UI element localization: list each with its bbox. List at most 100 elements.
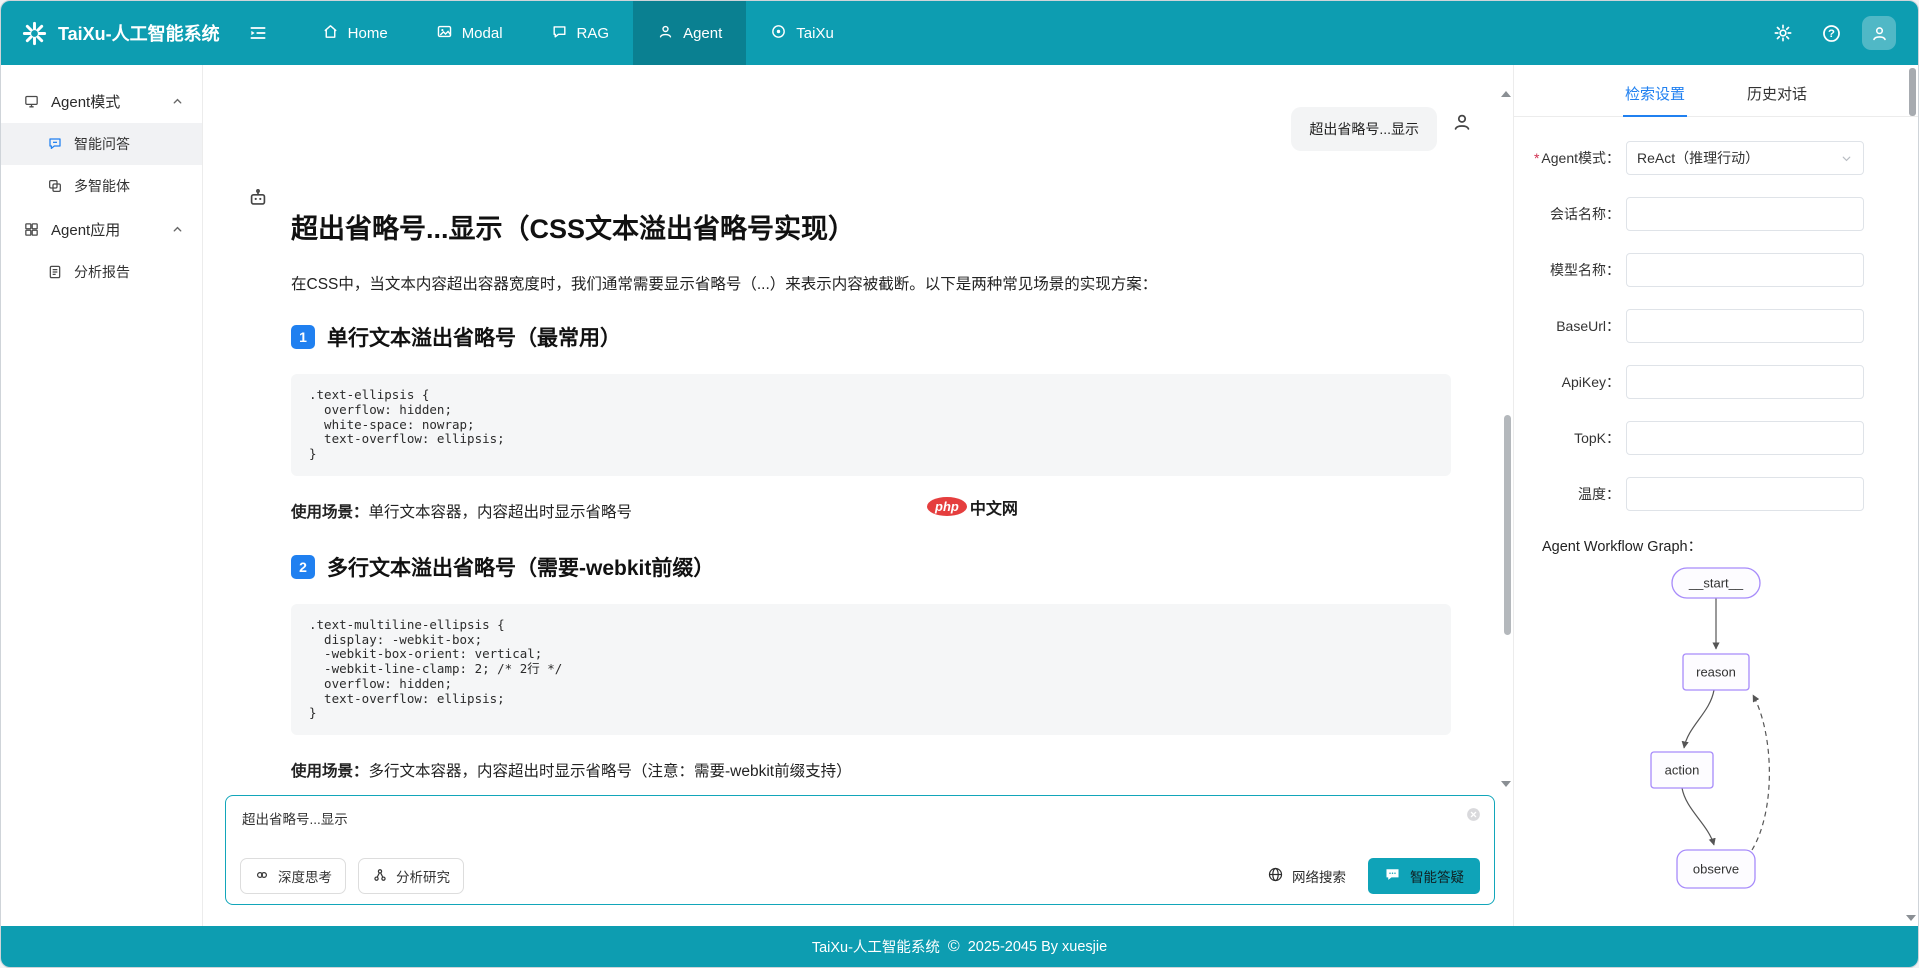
number-2-badge: 2 (291, 555, 315, 579)
usage-text: 多行文本容器，内容超出时显示省略号（注意：需要-webkit前缀支持） (369, 763, 852, 780)
field-api-key: ApiKey： (1514, 365, 1918, 399)
nav-label: TaiXu (796, 25, 834, 42)
nav-item-taixu[interactable]: TaiXu (746, 1, 858, 65)
svg-text:?: ? (1828, 28, 1835, 40)
help-icon[interactable]: ? (1814, 16, 1848, 50)
nav-label: Home (348, 25, 388, 42)
field-temperature: 温度： (1514, 477, 1918, 511)
sidebar-section-label: Agent模式 (51, 91, 120, 112)
field-model-name: 模型名称： (1514, 253, 1918, 287)
assistant-robot-icon (247, 187, 269, 214)
api-key-input[interactable] (1626, 365, 1864, 399)
analysis-molecule-icon (372, 867, 388, 886)
app-window: TaiXu-人工智能系统 Home Modal RAG (0, 0, 1919, 968)
smart-qa-submit-button[interactable]: 智能答疑 (1368, 858, 1480, 894)
globe-icon (1267, 866, 1284, 886)
sidebar-item-label: 分析报告 (74, 262, 130, 282)
deep-think-button[interactable]: 深度思考 (240, 858, 346, 894)
app-footer: TaiXu-人工智能系统 © 2025-2045 By xuesjie (1, 926, 1918, 967)
nav-item-modal[interactable]: Modal (412, 1, 527, 65)
section-2-heading: 2 多行文本溢出省略号（需要-webkit前缀） (291, 552, 1451, 582)
answer-intro: 在CSS中，当文本内容超出容器宽度时，我们通常需要显示省略号（...）来表示内容… (291, 272, 1451, 294)
nav-item-rag[interactable]: RAG (527, 1, 634, 65)
agent-app-icon (23, 221, 40, 238)
agent-mode-icon (23, 93, 40, 110)
sidebar-item-smart-qa[interactable]: 智能问答 (1, 123, 202, 165)
code-block-1: .text-ellipsis { overflow: hidden; white… (291, 374, 1451, 476)
qa-chat-icon (47, 136, 63, 152)
field-label: 会话名称： (1514, 204, 1620, 224)
settings-gear-icon[interactable] (1766, 16, 1800, 50)
workflow-graph-label: Agent Workflow Graph： (1542, 535, 1918, 556)
chat-bubble-icon (551, 23, 568, 44)
nav-label: RAG (577, 25, 610, 42)
chat-dots-icon (1384, 866, 1401, 886)
field-label: TopK： (1514, 428, 1620, 448)
clear-input-icon[interactable] (1465, 806, 1482, 823)
nav-item-agent[interactable]: Agent (633, 1, 746, 65)
top-k-input[interactable] (1626, 421, 1864, 455)
section-2-title: 多行文本溢出省略号（需要-webkit前缀） (327, 552, 714, 582)
composer-toolbar: 深度思考 分析研究 网络搜索 智能答疑 (240, 858, 1480, 894)
sidebar-section-agent-app[interactable]: Agent应用 (1, 207, 202, 251)
panel-scroll-down-arrow[interactable] (1906, 915, 1916, 921)
agent-person-icon (657, 23, 674, 44)
sidebar-item-multi-agent[interactable]: 多智能体 (1, 165, 202, 207)
chat-scrollbar-thumb[interactable] (1504, 415, 1511, 635)
web-search-button[interactable]: 网络搜索 (1257, 859, 1356, 893)
settings-form: *Agent模式： ReAct（推理行动） 会话名称： 模型名称： BaseUr… (1514, 117, 1918, 511)
field-label: BaseUrl： (1514, 316, 1620, 336)
chevron-down-icon (1840, 152, 1853, 165)
model-name-input[interactable] (1626, 253, 1864, 287)
sidebar-collapse-icon[interactable] (248, 23, 268, 43)
field-agent-mode: *Agent模式： ReAct（推理行动） (1514, 141, 1918, 175)
web-search-label: 网络搜索 (1292, 866, 1346, 886)
app-logo-icon (21, 20, 48, 47)
footer-text: 2025-2045 By xuesjie (968, 939, 1107, 955)
tab-retrieval-settings[interactable]: 检索设置 (1623, 71, 1687, 116)
session-name-input[interactable] (1626, 197, 1864, 231)
agent-mode-value: ReAct（推理行动） (1637, 148, 1759, 168)
nav-item-home[interactable]: Home (298, 1, 412, 65)
workflow-graph: __start__ reason action observe (1566, 558, 1866, 903)
assistant-message: 超出省略号...显示（CSS文本溢出省略号实现） 在CSS中，当文本内容超出容器… (203, 151, 1513, 841)
code-block-2: .text-multiline-ellipsis { display: -web… (291, 604, 1451, 735)
usage-label: 使用场景： (291, 763, 369, 780)
tab-history-chat[interactable]: 历史对话 (1745, 71, 1809, 116)
deep-think-label: 深度思考 (278, 866, 332, 886)
chat-main: 超出省略号...显示 超出省略号...显示（CSS文本溢出省略号实现） 在CSS… (203, 65, 1513, 926)
temperature-input[interactable] (1626, 477, 1864, 511)
smart-qa-label: 智能答疑 (1410, 866, 1464, 886)
analysis-label: 分析研究 (396, 866, 450, 886)
scroll-up-arrow[interactable] (1501, 91, 1511, 97)
panel-tabs: 检索设置 历史对话 (1514, 65, 1918, 117)
app-title: TaiXu-人工智能系统 (58, 20, 220, 46)
chevron-up-icon (171, 223, 184, 236)
scroll-down-arrow[interactable] (1501, 781, 1511, 787)
base-url-input[interactable] (1626, 309, 1864, 343)
nav-label: Modal (462, 25, 503, 42)
user-avatar-icon (1451, 111, 1473, 133)
right-settings-panel: 检索设置 历史对话 *Agent模式： ReAct（推理行动） 会话名称： 模型… (1513, 65, 1918, 926)
composer-input[interactable]: 超出省略号...显示 (242, 808, 1444, 850)
user-avatar[interactable] (1862, 16, 1896, 50)
php-cn-logo: php 中文网 (927, 495, 1018, 519)
panel-scrollbar-thumb[interactable] (1909, 68, 1916, 116)
field-top-k: TopK： (1514, 421, 1918, 455)
sidebar-section-label: Agent应用 (51, 219, 120, 240)
message-composer: 超出省略号...显示 深度思考 分析研究 网络搜索 (225, 795, 1495, 905)
user-message-bubble: 超出省略号...显示 (1291, 107, 1437, 151)
sidebar-section-agent-mode[interactable]: Agent模式 (1, 79, 202, 123)
analysis-button[interactable]: 分析研究 (358, 858, 464, 894)
top-navbar: TaiXu-人工智能系统 Home Modal RAG (1, 1, 1918, 65)
agent-mode-select[interactable]: ReAct（推理行动） (1626, 141, 1864, 175)
workflow-node-observe-label: observe (1693, 862, 1739, 877)
sidebar-item-label: 智能问答 (74, 134, 130, 154)
workflow-node-start-label: __start__ (1688, 576, 1744, 591)
sidebar-item-analysis-report[interactable]: 分析报告 (1, 251, 202, 293)
nav-label: Agent (683, 25, 722, 42)
chevron-up-icon (171, 95, 184, 108)
copyright-icon: © (948, 938, 960, 956)
taixu-circle-icon (770, 23, 787, 44)
section-1-heading: 1 单行文本溢出省略号（最常用） (291, 322, 1451, 352)
